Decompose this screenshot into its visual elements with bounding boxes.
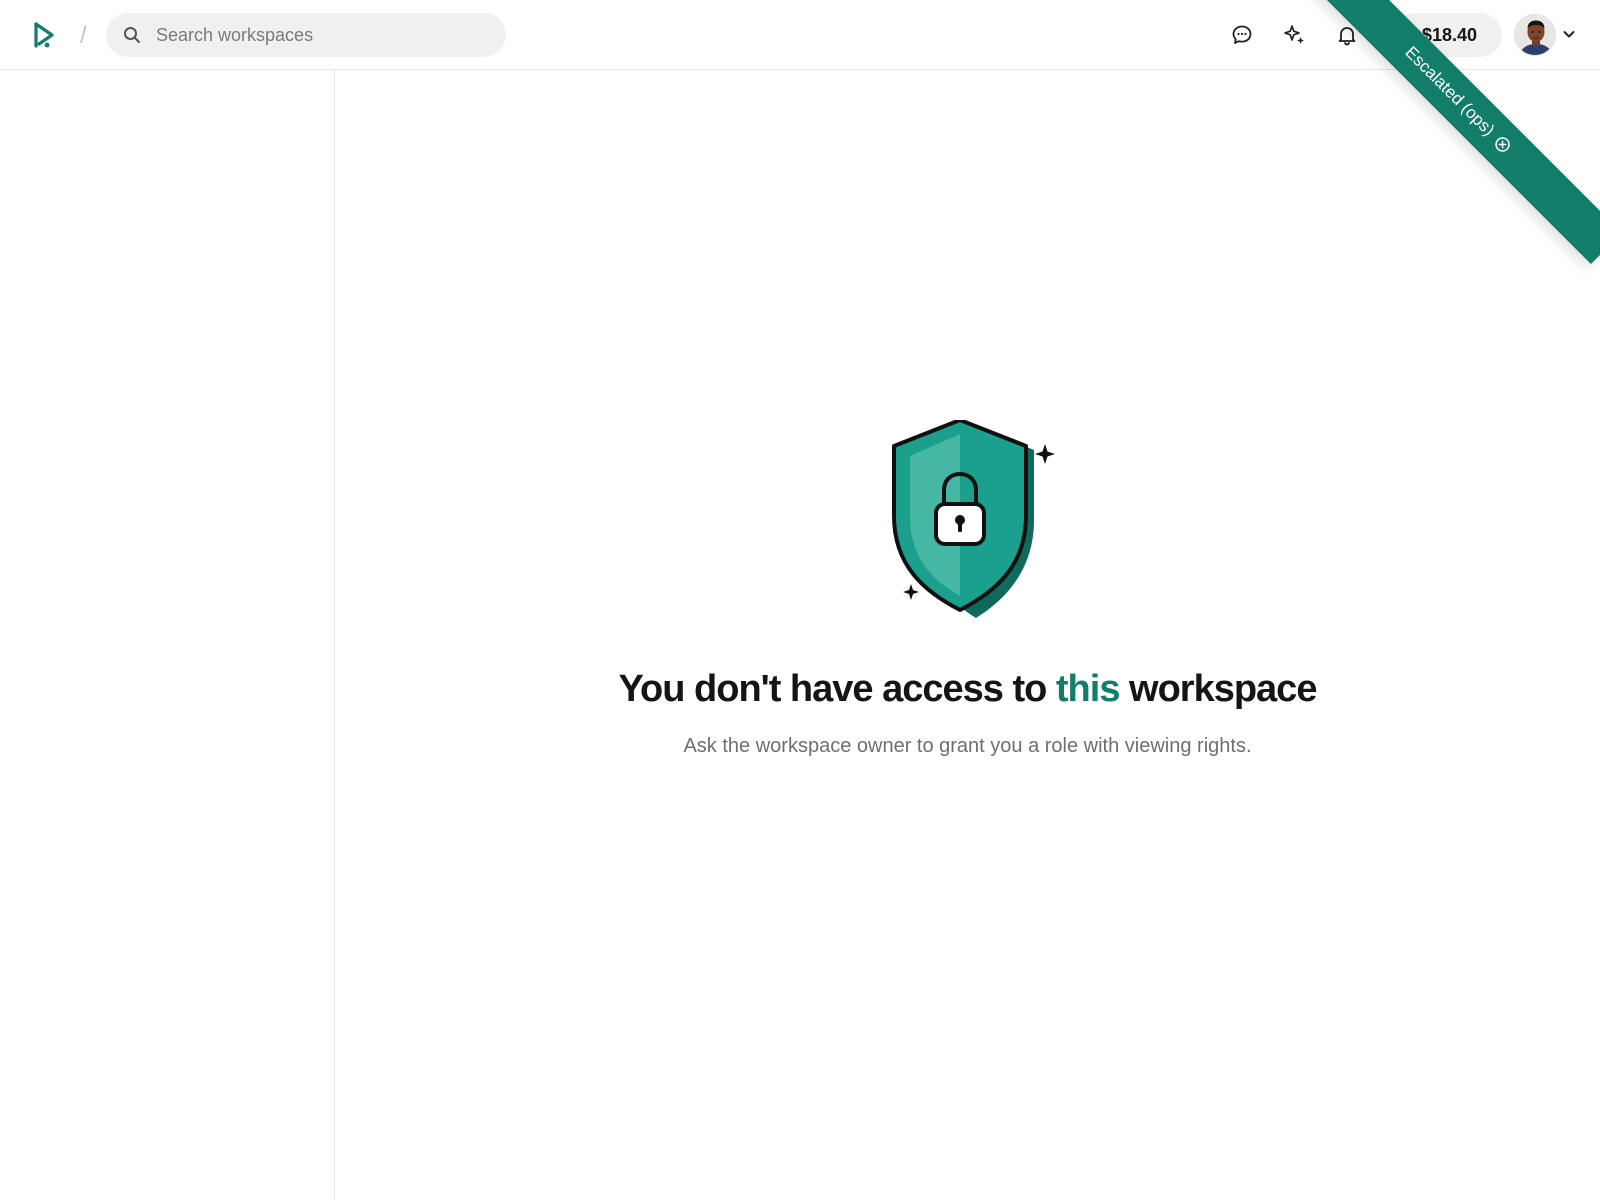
chat-button[interactable] xyxy=(1227,20,1257,50)
workspace-search[interactable] xyxy=(106,13,506,57)
title-prefix: You don't have access to xyxy=(618,668,1056,710)
chevron-down-icon[interactable] xyxy=(1561,26,1577,42)
sparkle-icon xyxy=(1284,25,1304,44)
shield-lock-icon xyxy=(892,420,1055,618)
chat-bubble-icon xyxy=(1232,25,1252,44)
breadcrumb-separator: / xyxy=(80,22,87,49)
access-help-text: Ask the workspace owner to grant you a r… xyxy=(683,735,1252,757)
play-logo-icon[interactable] xyxy=(30,20,58,50)
page-title: You don't have access to this workspace xyxy=(335,668,1600,711)
title-suffix: workspace xyxy=(1119,668,1317,710)
avatar[interactable] xyxy=(1514,14,1556,56)
sidebar xyxy=(0,70,335,1200)
search-icon xyxy=(124,27,140,43)
user-photo xyxy=(1515,15,1555,55)
title-accent: this xyxy=(1055,668,1121,710)
main-content: You don't have access to this workspace … xyxy=(335,70,1600,1200)
search-input[interactable] xyxy=(154,13,494,57)
ai-assistant-button[interactable] xyxy=(1280,20,1310,50)
close-circle-icon[interactable] xyxy=(1491,133,1514,156)
